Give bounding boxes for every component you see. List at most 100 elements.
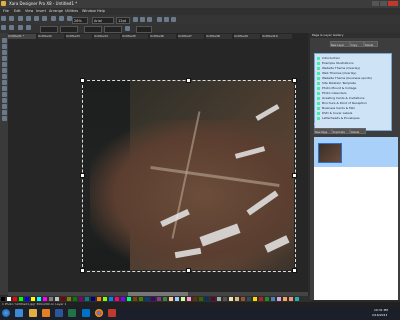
palette-swatch[interactable] xyxy=(181,297,185,301)
selection-handle-bottom[interactable] xyxy=(186,268,191,273)
rectangle-tool-icon[interactable] xyxy=(2,56,7,61)
media-icon[interactable] xyxy=(41,309,50,317)
tab-untitled7[interactable]: Untitled7 xyxy=(178,34,204,39)
delete-layer-button[interactable]: Delete xyxy=(364,41,378,47)
palette-swatch[interactable] xyxy=(295,297,299,301)
new-page-button[interactable]: New Page xyxy=(314,128,332,134)
outlook-icon[interactable] xyxy=(81,309,90,317)
palette-swatch[interactable] xyxy=(247,297,251,301)
copy-layer-button[interactable]: Copy xyxy=(350,41,364,47)
copy-icon[interactable] xyxy=(58,16,64,21)
list-item[interactable]: Introduction xyxy=(317,56,340,60)
menu-utilities[interactable]: Utilities xyxy=(65,9,78,13)
fill-tool-icon[interactable] xyxy=(2,74,7,79)
italic-icon[interactable] xyxy=(140,17,145,22)
palette-swatch[interactable] xyxy=(175,297,179,301)
tab-untitled6[interactable]: Untitled6 xyxy=(150,34,176,39)
palette-swatch[interactable] xyxy=(121,297,125,301)
ellipse-tool-icon[interactable] xyxy=(2,62,7,67)
bevel-tool-icon[interactable] xyxy=(2,92,7,97)
align-left-icon[interactable] xyxy=(157,17,162,22)
palette-swatch[interactable] xyxy=(109,297,113,301)
menu-help[interactable]: Help xyxy=(97,9,105,13)
palette-swatch[interactable] xyxy=(163,297,167,301)
palette-swatch[interactable] xyxy=(229,297,233,301)
palette-swatch[interactable] xyxy=(259,297,263,301)
new-layer-button[interactable]: New Layer xyxy=(330,41,350,47)
palette-swatch[interactable] xyxy=(103,297,107,301)
menu-file[interactable]: File xyxy=(3,9,9,13)
selection-handle-bottom-right[interactable] xyxy=(292,268,297,273)
palette-swatch[interactable] xyxy=(97,297,101,301)
maximize-button[interactable] xyxy=(380,1,387,6)
bold-icon[interactable] xyxy=(133,17,138,22)
palette-swatch[interactable] xyxy=(19,297,23,301)
palette-swatch[interactable] xyxy=(67,297,71,301)
shadow-tool-icon[interactable] xyxy=(2,86,7,91)
undo-icon[interactable] xyxy=(34,16,40,21)
align-center-icon[interactable] xyxy=(164,17,169,22)
palette-swatch[interactable] xyxy=(193,297,197,301)
open-icon[interactable] xyxy=(9,16,15,21)
list-item[interactable]: Greeting Cards & Invitations xyxy=(317,96,365,100)
save-icon[interactable] xyxy=(17,16,23,21)
palette-swatch[interactable] xyxy=(271,297,275,301)
folder-icon[interactable] xyxy=(28,309,37,317)
shape-editor-tool-icon[interactable] xyxy=(2,44,7,49)
print-icon[interactable] xyxy=(25,16,31,21)
transparency-tool-icon[interactable] xyxy=(2,80,7,85)
tab-untitled9[interactable]: Untitled9 xyxy=(234,34,260,39)
rotation-field[interactable] xyxy=(136,26,152,33)
selection-handle-top-right[interactable] xyxy=(292,78,297,83)
palette-swatch[interactable] xyxy=(283,297,287,301)
palette-swatch[interactable] xyxy=(187,297,191,301)
palette-swatch[interactable] xyxy=(139,297,143,301)
palette-swatch[interactable] xyxy=(127,297,131,301)
list-item[interactable]: Letterheads & Envelopes xyxy=(317,116,360,120)
selection-handle-top[interactable] xyxy=(186,78,191,83)
palette-swatch[interactable] xyxy=(199,297,203,301)
width-field[interactable] xyxy=(84,26,102,33)
flip-vertical-icon[interactable] xyxy=(25,25,31,30)
list-item[interactable]: DVD & Cover Labels xyxy=(317,111,352,115)
selection-handle-right[interactable] xyxy=(292,173,297,178)
push-tool-icon[interactable] xyxy=(2,116,7,121)
palette-swatch[interactable] xyxy=(43,297,47,301)
list-item[interactable]: Site Rotation Template xyxy=(317,81,356,85)
zoom-field[interactable]: 26% xyxy=(72,17,88,24)
palette-swatch[interactable] xyxy=(85,297,89,301)
delete-page-button[interactable]: Delete xyxy=(350,128,366,134)
list-item[interactable]: Web Themes (Overlay) xyxy=(317,71,356,75)
list-item[interactable]: Website Theme (business sports) xyxy=(317,76,372,80)
contour-tool-icon[interactable] xyxy=(2,98,7,103)
rotate-icon[interactable] xyxy=(9,25,15,30)
tab-untitled4[interactable]: Untitled4 xyxy=(94,34,120,39)
zoom-tool-icon[interactable] xyxy=(2,110,7,115)
align-right-icon[interactable] xyxy=(171,17,176,22)
menu-arrange[interactable]: Arrange xyxy=(49,9,63,13)
list-item[interactable]: Business Cards & Mini xyxy=(317,106,355,110)
palette-swatch[interactable] xyxy=(235,297,239,301)
palette-swatch[interactable] xyxy=(133,297,137,301)
palette-swatch[interactable] xyxy=(289,297,293,301)
word-icon[interactable] xyxy=(55,309,64,317)
palette-swatch[interactable] xyxy=(151,297,155,301)
palette-swatch[interactable] xyxy=(277,297,281,301)
palette-swatch[interactable] xyxy=(169,297,173,301)
palette-swatch[interactable] xyxy=(223,297,227,301)
palette-swatch[interactable] xyxy=(1,297,5,301)
palette-swatch[interactable] xyxy=(115,297,119,301)
tab-untitled5[interactable]: Untitled5 xyxy=(122,34,148,39)
palette-swatch[interactable] xyxy=(253,297,257,301)
tab-untitled1[interactable]: Untitled1 * xyxy=(8,34,36,39)
palette-swatch[interactable] xyxy=(13,297,17,301)
list-item[interactable]: Photo Mount & Collage xyxy=(317,86,356,90)
palette-swatch[interactable] xyxy=(145,297,149,301)
selector-tool-icon[interactable] xyxy=(2,38,7,43)
excel-icon[interactable] xyxy=(68,309,77,317)
height-field[interactable] xyxy=(104,26,122,33)
list-item[interactable]: Photo Calendars xyxy=(317,91,347,95)
font-name-field[interactable]: Arial xyxy=(92,17,114,24)
palette-swatch[interactable] xyxy=(25,297,29,301)
palette-swatch[interactable] xyxy=(7,297,11,301)
